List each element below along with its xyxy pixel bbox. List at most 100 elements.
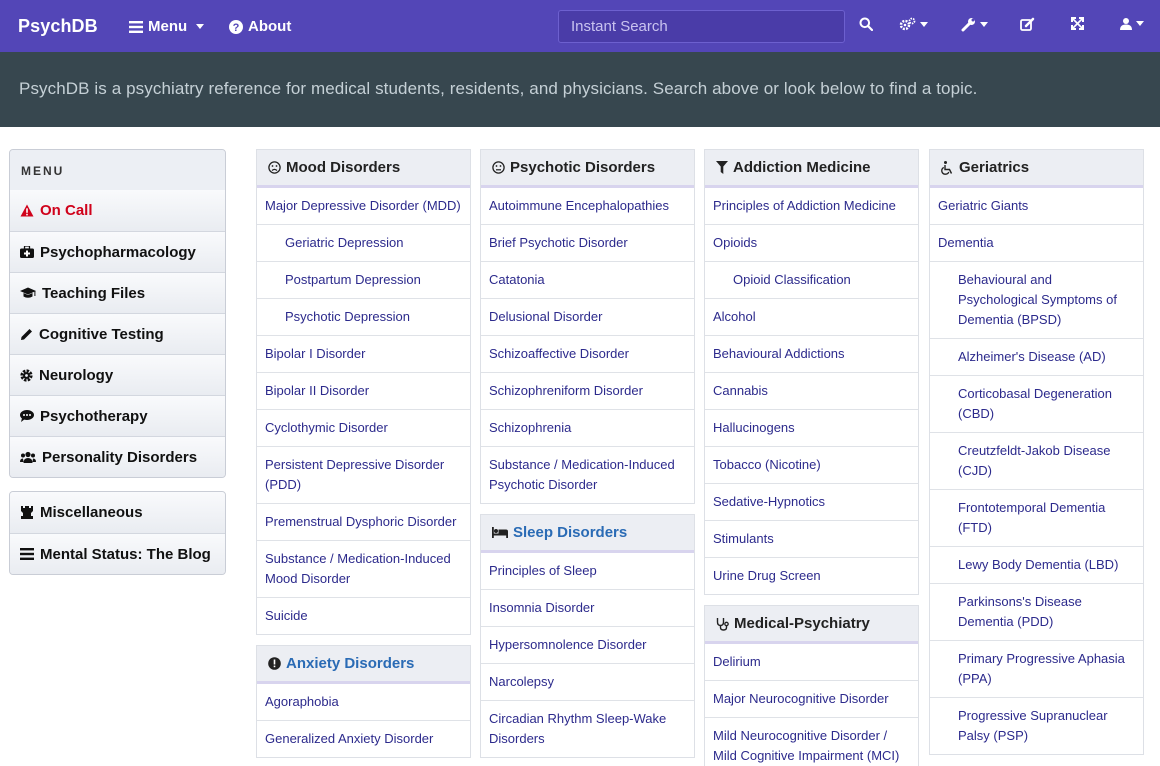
sub-topic-link[interactable]: Creutzfeldt-Jakob Disease (CJD) [930, 432, 1143, 489]
sidebar-item-psychotherapy[interactable]: Psychotherapy [10, 395, 225, 436]
topic-link[interactable]: Narcolepsy [481, 663, 694, 700]
sidebar-item-mental-status-blog[interactable]: Mental Status: The Blog [10, 533, 225, 574]
bars-icon [129, 20, 143, 33]
user-dropdown[interactable] [1120, 17, 1144, 30]
topic-link[interactable]: Alcohol [705, 298, 918, 335]
caret-down-icon [196, 24, 205, 29]
intro-text: PsychDB is a psychiatry reference for me… [19, 79, 978, 98]
question-circle-icon: ? [229, 19, 243, 34]
menu-label: Menu [148, 18, 188, 35]
topic-link[interactable]: Major Depressive Disorder (MDD) [257, 188, 470, 224]
fullscreen-button[interactable] [1071, 17, 1084, 30]
about-label: About [248, 18, 292, 35]
geriatrics-header[interactable]: Geriatrics [930, 150, 1143, 188]
medical-psychiatry-card: Medical-Psychiatry Delirium Major Neuroco… [704, 605, 919, 766]
sidebar-item-psychopharmacology[interactable]: Psychopharmacology [10, 231, 225, 272]
column-4: Geriatrics Geriatric Giants Dementia Behav… [929, 149, 1144, 765]
topic-link[interactable]: Catatonia [481, 261, 694, 298]
sleep-disorders-header[interactable]: Sleep Disorders [481, 515, 694, 553]
topic-link[interactable]: Bipolar I Disorder [257, 335, 470, 372]
brand-logo[interactable]: PsychDB [18, 16, 98, 37]
topic-list: Principles of Addiction Medicine Opioids O… [705, 188, 918, 594]
search-button[interactable] [859, 17, 873, 31]
sub-topic-link[interactable]: Parkinsons's Disease Dementia (PDD) [930, 583, 1143, 640]
sidebar-item-label: Neurology [39, 366, 114, 384]
topic-link[interactable]: Agoraphobia [257, 684, 470, 720]
edit-button[interactable] [1020, 17, 1035, 31]
expand-icon [1071, 17, 1084, 30]
topic-link[interactable]: Cannabis [705, 372, 918, 409]
topic-link[interactable]: Urine Drug Screen [705, 557, 918, 594]
topic-link[interactable]: Stimulants [705, 520, 918, 557]
sub-topic-link[interactable]: Corticobasal Degeneration (CBD) [930, 375, 1143, 432]
topic-link[interactable]: Geriatric Giants [930, 188, 1143, 224]
topic-link[interactable]: Delirium [705, 644, 918, 680]
menu-dropdown[interactable]: Menu [129, 18, 205, 35]
sub-topic-link[interactable]: Frontotemporal Dementia (FTD) [930, 489, 1143, 546]
topic-link[interactable]: Persistent Depressive Disorder (PDD) [257, 446, 470, 503]
topic-link[interactable]: Delusional Disorder [481, 298, 694, 335]
comment-icon [20, 410, 34, 422]
geriatrics-card: Geriatrics Geriatric Giants Dementia Behav… [929, 149, 1144, 755]
instant-search-input[interactable] [558, 10, 845, 43]
sub-topic-link[interactable]: Psychotic Depression [257, 298, 470, 335]
topic-link[interactable]: Circadian Rhythm Sleep-Wake Disorders [481, 700, 694, 757]
sidebar-item-miscellaneous[interactable]: Miscellaneous [10, 492, 225, 533]
topic-link[interactable]: Schizophrenia [481, 409, 694, 446]
sidebar-item-label: Cognitive Testing [39, 325, 164, 343]
topic-list: Autoimmune Encephalopathies Brief Psychot… [481, 188, 694, 503]
topic-link[interactable]: Cyclothymic Disorder [257, 409, 470, 446]
topic-link[interactable]: Principles of Sleep [481, 553, 694, 589]
sub-topic-link[interactable]: Opioid Classification [705, 261, 918, 298]
gear-icon [20, 368, 33, 382]
topic-link[interactable]: Insomnia Disorder [481, 589, 694, 626]
topic-link[interactable]: Substance / Medication-Induced Psychotic… [481, 446, 694, 503]
topic-link[interactable]: Hallucinogens [705, 409, 918, 446]
topic-link[interactable]: Schizophreniform Disorder [481, 372, 694, 409]
sidebar-item-personality-disorders[interactable]: Personality Disorders [10, 436, 225, 477]
user-icon [1120, 18, 1132, 30]
topic-link[interactable]: Suicide [257, 597, 470, 634]
topic-link[interactable]: Sedative-Hypnotics [705, 483, 918, 520]
topic-link[interactable]: Principles of Addiction Medicine [705, 188, 918, 224]
stethoscope-icon [716, 617, 729, 631]
topic-link[interactable]: Bipolar II Disorder [257, 372, 470, 409]
sub-topic-link[interactable]: Alzheimer's Disease (AD) [930, 338, 1143, 375]
topic-link[interactable]: Mild Neurocognitive Disorder / Mild Cogn… [705, 717, 918, 766]
sidebar-item-on-call[interactable]: On Call [10, 190, 225, 231]
sub-topic-link[interactable]: Postpartum Depression [257, 261, 470, 298]
topic-link[interactable]: Tobacco (Nicotine) [705, 446, 918, 483]
anxiety-disorders-header[interactable]: Anxiety Disorders [257, 646, 470, 684]
sidebar-item-teaching-files[interactable]: Teaching Files [10, 272, 225, 313]
topic-link[interactable]: Generalized Anxiety Disorder [257, 720, 470, 757]
settings-dropdown[interactable] [899, 17, 928, 31]
topic-link[interactable]: Hypersomnolence Disorder [481, 626, 694, 663]
medkit-icon [20, 246, 34, 258]
tools-dropdown[interactable] [961, 17, 988, 32]
sub-topic-link[interactable]: Geriatric Depression [257, 224, 470, 261]
sub-topic-link[interactable]: Primary Progressive Aphasia (PPA) [930, 640, 1143, 697]
about-link[interactable]: ? About [229, 18, 291, 35]
sidebar-item-cognitive-testing[interactable]: Cognitive Testing [10, 313, 225, 354]
sub-topic-link[interactable]: Progressive Supranuclear Palsy (PSP) [930, 697, 1143, 754]
caret-down-icon [920, 21, 928, 27]
topic-link[interactable]: Substance / Medication-Induced Mood Diso… [257, 540, 470, 597]
card-title: Anxiety Disorders [286, 655, 415, 672]
psychotic-disorders-header[interactable]: Psychotic Disorders [481, 150, 694, 188]
topic-link[interactable]: Dementia [930, 224, 1143, 261]
edit-icon [1020, 17, 1035, 31]
addiction-medicine-header[interactable]: Addiction Medicine [705, 150, 918, 188]
topic-link[interactable]: Major Neurocognitive Disorder [705, 680, 918, 717]
topic-link[interactable]: Schizoaffective Disorder [481, 335, 694, 372]
topic-link[interactable]: Autoimmune Encephalopathies [481, 188, 694, 224]
column-1: Mood Disorders Major Depressive Disorder… [256, 149, 471, 766]
topic-link[interactable]: Behavioural Addictions [705, 335, 918, 372]
topic-link[interactable]: Premenstrual Dysphoric Disorder [257, 503, 470, 540]
medical-psychiatry-header[interactable]: Medical-Psychiatry [705, 606, 918, 644]
mood-disorders-header[interactable]: Mood Disorders [257, 150, 470, 188]
topic-link[interactable]: Opioids [705, 224, 918, 261]
sidebar-item-neurology[interactable]: Neurology [10, 354, 225, 395]
sub-topic-link[interactable]: Lewy Body Dementia (LBD) [930, 546, 1143, 583]
topic-link[interactable]: Brief Psychotic Disorder [481, 224, 694, 261]
sub-topic-link[interactable]: Behavioural and Psychological Symptoms o… [930, 261, 1143, 338]
